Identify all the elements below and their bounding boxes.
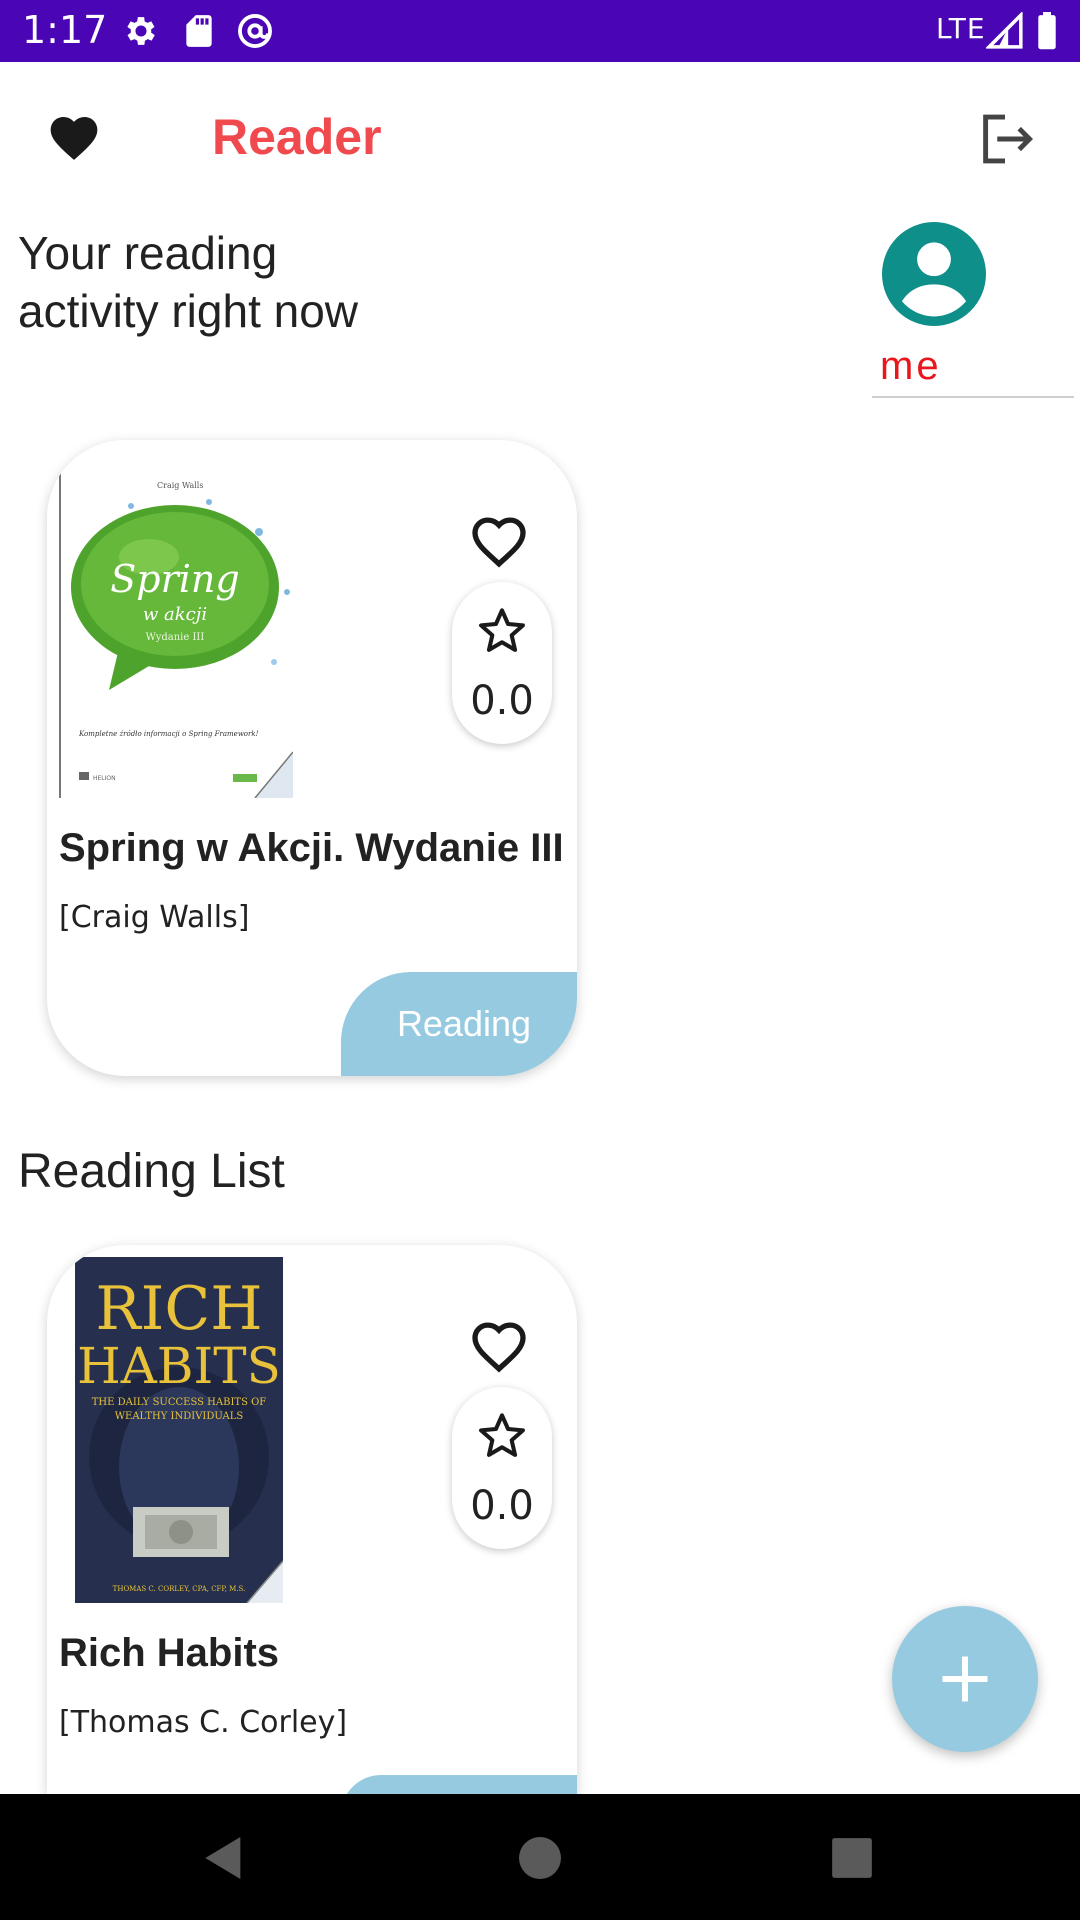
- status-time: 1:17: [22, 8, 108, 52]
- reading-list-heading: Reading List: [18, 1145, 285, 1198]
- book-author: [Craig Walls]: [59, 900, 250, 935]
- svg-text:THE DAILY SUCCESS HABITS OF: THE DAILY SUCCESS HABITS OF: [92, 1397, 267, 1408]
- profile-area[interactable]: me: [872, 222, 1074, 398]
- account-circle-icon[interactable]: [882, 222, 986, 326]
- svg-text:RICH: RICH: [95, 1274, 262, 1344]
- home-button[interactable]: [512, 1830, 568, 1886]
- reading-status-chip[interactable]: Reading: [341, 972, 577, 1076]
- star-outline-icon: [479, 608, 525, 652]
- back-icon: [205, 1837, 241, 1879]
- book-author: [Thomas C. Corley]: [59, 1705, 348, 1740]
- settings-icon: [122, 12, 160, 50]
- favorite-button[interactable]: [467, 510, 531, 574]
- rating-value: 0.0: [470, 678, 534, 724]
- heart-outline-icon: [472, 517, 526, 568]
- app-title: Reader: [212, 109, 382, 165]
- at-sign-icon: [236, 12, 274, 50]
- rating-value: 0.0: [470, 1483, 534, 1529]
- network-type: LTE: [936, 12, 986, 45]
- book-title: Spring w Akcji. Wydanie III: [59, 826, 564, 870]
- username: me: [880, 344, 942, 388]
- heart-outline-icon: [472, 1322, 526, 1373]
- rating-badge[interactable]: 0.0: [452, 1387, 552, 1549]
- book-cover: RICH HABITS THE DAILY SUCCESS HABITS OF …: [75, 1257, 283, 1603]
- favorite-button[interactable]: [467, 1315, 531, 1379]
- recents-button[interactable]: [824, 1830, 880, 1886]
- username-underline: [872, 396, 1074, 398]
- home-icon: [519, 1837, 561, 1879]
- add-book-button[interactable]: [892, 1606, 1038, 1752]
- svg-text:HABITS: HABITS: [77, 1337, 281, 1395]
- status-bar: 1:17 LTE: [0, 0, 1080, 62]
- svg-text:Kompletne źródło informacji o: Kompletne źródło informacji o Spring Fra…: [78, 730, 259, 738]
- star-outline-icon: [479, 1413, 525, 1457]
- svg-text:Wydanie III: Wydanie III: [146, 632, 205, 643]
- favorites-button[interactable]: [46, 110, 102, 166]
- svg-text:THOMAS C. CORLEY, CPA, CFP, M.: THOMAS C. CORLEY, CPA, CFP, M.S.: [113, 1585, 246, 1593]
- plus-icon: [942, 1656, 988, 1702]
- logout-button[interactable]: [974, 108, 1036, 170]
- navigation-bar: [0, 1794, 1080, 1920]
- signal-icon: [984, 10, 1024, 50]
- status-chip[interactable]: [341, 1775, 577, 1794]
- activity-heading: Your reading activity right now: [18, 227, 359, 337]
- rating-badge[interactable]: 0.0: [452, 582, 552, 744]
- heart-filled-icon: [50, 117, 98, 160]
- recents-icon: [832, 1838, 872, 1878]
- svg-text:Spring: Spring: [110, 557, 239, 601]
- book-card[interactable]: RICH HABITS THE DAILY SUCCESS HABITS OF …: [47, 1245, 577, 1794]
- logout-icon: [983, 114, 1034, 164]
- back-button[interactable]: [196, 1830, 252, 1886]
- svg-text:HELION: HELION: [93, 775, 116, 782]
- svg-text:WEALTHY INDIVIDUALS: WEALTHY INDIVIDUALS: [115, 1411, 244, 1422]
- svg-text:w akcji: w akcji: [143, 604, 207, 625]
- battery-icon: [1036, 12, 1060, 50]
- svg-text:Craig Walls: Craig Walls: [157, 481, 203, 490]
- book-cover: Craig Walls Spring w akcji Wydanie III K…: [59, 452, 293, 798]
- sd-card-icon: [180, 12, 218, 50]
- book-title: Rich Habits: [59, 1631, 280, 1675]
- book-card[interactable]: Craig Walls Spring w akcji Wydanie III K…: [47, 440, 577, 1076]
